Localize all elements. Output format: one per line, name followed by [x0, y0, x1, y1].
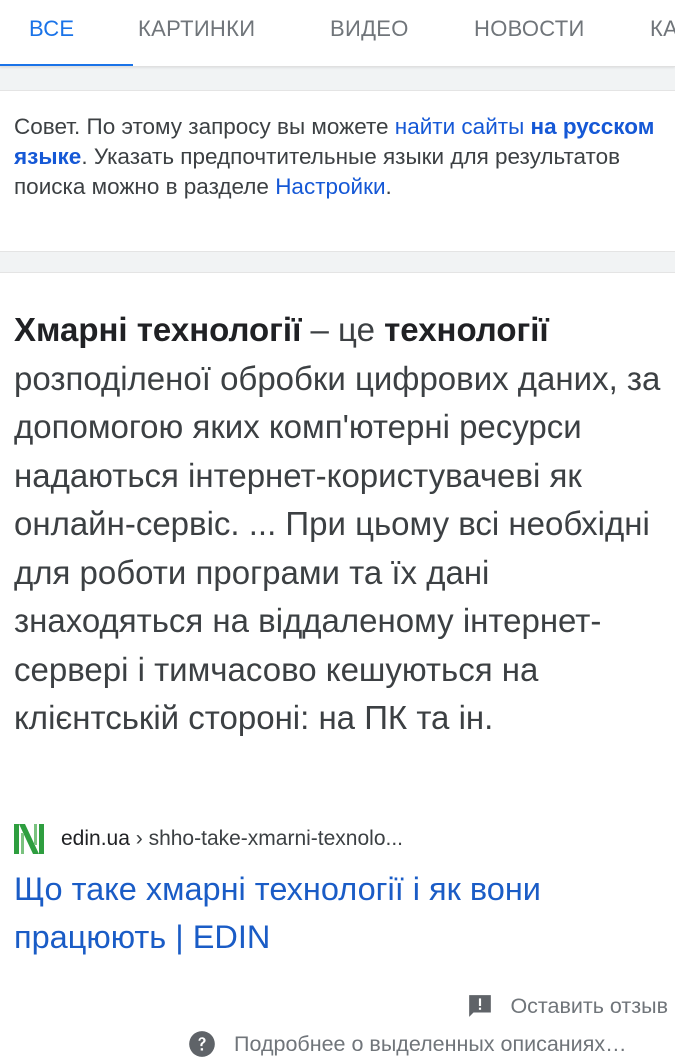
tab-maps[interactable]: КАРТЫ: [650, 0, 675, 66]
source-url: edin.ua › shho-take-xmarni-texnolo...: [61, 827, 403, 851]
feedback-icon: [467, 993, 493, 1019]
tab-video-label: ВИДЕО: [330, 16, 409, 41]
snippet-body: розподіленої обробки цифрових даних, за …: [14, 359, 661, 737]
snippet-term: Хмарні технології: [14, 311, 302, 348]
tab-active-indicator: [0, 64, 133, 66]
tab-images-label: КАРТИНКИ: [138, 16, 256, 41]
result-title-link[interactable]: Що таке хмарні технології і як вони прац…: [14, 865, 664, 961]
source-path: shho-take-xmarni-texnolo...: [148, 827, 404, 850]
snippet-text: Хмарні технології – це технології розпод…: [14, 306, 669, 743]
tab-images[interactable]: КАРТИНКИ: [138, 0, 256, 66]
help-icon: [188, 1030, 216, 1058]
search-tabs-bar: ВСЕ КАРТИНКИ ВИДЕО НОВОСТИ КАРТЫ: [0, 0, 675, 67]
tab-news-label: НОВОСТИ: [474, 16, 585, 41]
result-source[interactable]: edin.ua › shho-take-xmarni-texnolo...: [13, 822, 403, 856]
tab-news[interactable]: НОВОСТИ: [474, 0, 585, 66]
tab-all-label: ВСЕ: [29, 16, 75, 41]
tip-link-text: найти сайты: [394, 114, 531, 139]
edin-favicon-icon: [13, 823, 45, 855]
tip-suffix: .: [385, 174, 392, 199]
tab-all[interactable]: ВСЕ: [0, 0, 133, 66]
more-info-label: Подробнее о выделенных описаниях…: [234, 1031, 627, 1056]
tab-maps-label: КАРТЫ: [650, 16, 675, 41]
featured-snippets-info-link[interactable]: Подробнее о выделенных описаниях…: [188, 1028, 627, 1060]
source-domain: edin.ua: [61, 827, 130, 850]
settings-link[interactable]: Настройки: [275, 174, 385, 199]
feedback-button[interactable]: Оставить отзыв: [467, 991, 668, 1021]
feedback-label: Оставить отзыв: [510, 993, 668, 1018]
snippet-dash: – це: [301, 311, 385, 348]
language-tip-card: Совет. По этому запросу вы можете найти …: [0, 90, 675, 252]
tab-video[interactable]: ВИДЕО: [330, 0, 409, 66]
tip-prefix: Совет. По этому запросу вы можете: [14, 114, 395, 139]
source-separator: ›: [129, 827, 149, 850]
snippet-term2: технології: [384, 311, 549, 348]
